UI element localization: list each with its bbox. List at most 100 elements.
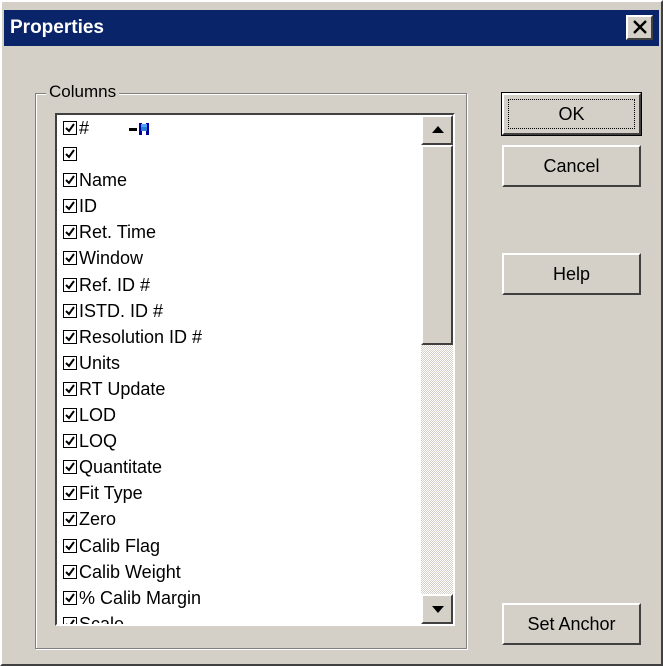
- column-checkbox[interactable]: [63, 512, 77, 527]
- ok-button[interactable]: OK: [501, 92, 642, 136]
- column-list-item[interactable]: Name: [61, 167, 421, 193]
- column-checkbox[interactable]: [63, 277, 77, 292]
- checkmark-icon: [65, 123, 75, 133]
- checkmark-icon: [65, 201, 75, 211]
- checkmark-icon: [65, 593, 75, 603]
- column-checkbox[interactable]: [63, 486, 77, 501]
- set-anchor-button-label: Set Anchor: [527, 614, 616, 634]
- column-list-item[interactable]: LOD: [61, 402, 421, 428]
- column-list-item[interactable]: LOQ: [61, 428, 421, 454]
- column-label: ISTD. ID #: [79, 300, 164, 321]
- column-checkbox[interactable]: [63, 199, 77, 214]
- cancel-button-label: Cancel: [543, 156, 600, 176]
- column-checkbox[interactable]: [63, 590, 77, 605]
- column-checkbox[interactable]: [63, 147, 77, 162]
- columns-list: # Name ID Ret. Time Window Ref. ID # ISTD. ID …: [61, 115, 421, 624]
- checkmark-icon: [65, 332, 75, 342]
- column-checkbox[interactable]: [63, 121, 77, 135]
- ok-button-label: OK: [558, 104, 585, 124]
- column-label: RT Update: [79, 378, 166, 399]
- checkmark-icon: [65, 227, 75, 237]
- set-anchor-button[interactable]: Set Anchor: [502, 603, 641, 645]
- checkmark-icon: [65, 462, 75, 472]
- help-button[interactable]: Help: [502, 253, 641, 295]
- column-label: Ref. ID #: [79, 274, 151, 295]
- column-list-item[interactable]: Units: [61, 350, 421, 376]
- help-button-label: Help: [552, 264, 591, 284]
- column-checkbox[interactable]: [63, 329, 77, 344]
- column-label: Calib Flag: [79, 535, 161, 556]
- columns-listbox[interactable]: # Name ID Ret. Time Window Ref. ID # ISTD. ID …: [55, 113, 455, 626]
- checkmark-icon: [65, 540, 75, 551]
- checkmark-icon: [65, 619, 75, 624]
- column-label: Ret. Time: [79, 222, 157, 243]
- column-label: LOD: [79, 405, 117, 426]
- column-list-item[interactable]: Zero: [61, 506, 421, 532]
- column-label: Resolution ID #: [79, 326, 203, 347]
- column-label: Fit Type: [79, 483, 143, 504]
- properties-dialog: Properties Columns # Name ID Ret. Time Windo…: [0, 0, 663, 666]
- column-list-item[interactable]: Calib Weight: [61, 559, 421, 585]
- column-list-item[interactable]: RT Update: [61, 376, 421, 402]
- column-label: #: [79, 118, 90, 138]
- scroll-down-button[interactable]: [421, 594, 453, 624]
- column-list-item[interactable]: [61, 141, 421, 167]
- scrollbar-thumb[interactable]: [421, 145, 453, 345]
- column-list-item[interactable]: Fit Type: [61, 480, 421, 506]
- title-bar[interactable]: Properties: [4, 10, 659, 46]
- checkmark-icon: [65, 436, 75, 446]
- column-list-item[interactable]: Quantitate: [61, 454, 421, 480]
- checkmark-icon: [65, 253, 75, 264]
- column-checkbox[interactable]: [63, 303, 77, 318]
- column-checkbox[interactable]: [63, 616, 77, 624]
- column-list-item[interactable]: Window: [61, 245, 421, 271]
- window-title: Properties: [10, 17, 104, 38]
- column-label: ID: [79, 196, 97, 217]
- column-checkbox[interactable]: [63, 434, 77, 449]
- column-label: Window: [79, 248, 144, 269]
- column-list-item[interactable]: Scale: [61, 611, 421, 624]
- column-label: Units: [79, 352, 121, 373]
- column-label: Quantitate: [79, 457, 163, 478]
- column-label: Zero: [79, 509, 117, 530]
- column-checkbox[interactable]: [63, 538, 77, 553]
- vertical-scrollbar[interactable]: [421, 115, 453, 624]
- checkmark-icon: [65, 149, 75, 159]
- checkmark-icon: [65, 514, 75, 524]
- column-list-item[interactable]: Resolution ID #: [61, 324, 421, 350]
- checkmark-icon: [65, 384, 75, 394]
- column-list-item[interactable]: ISTD. ID #: [61, 298, 421, 324]
- column-checkbox[interactable]: [63, 173, 77, 188]
- checkmark-icon: [65, 175, 75, 185]
- column-list-item[interactable]: ID: [61, 193, 421, 219]
- column-checkbox[interactable]: [63, 564, 77, 579]
- checkmark-icon: [65, 410, 75, 420]
- cancel-button[interactable]: Cancel: [502, 145, 641, 187]
- column-label: LOQ: [79, 431, 118, 452]
- checkmark-icon: [65, 279, 75, 290]
- column-list-item[interactable]: #: [61, 115, 421, 141]
- arrow-up-icon: [432, 126, 444, 133]
- arrow-down-icon: [432, 606, 444, 613]
- column-checkbox[interactable]: [63, 251, 77, 266]
- anchor-marker-icon: [129, 119, 151, 137]
- column-list-item[interactable]: % Calib Margin: [61, 585, 421, 611]
- checkmark-icon: [65, 306, 75, 316]
- checkmark-icon: [65, 358, 75, 368]
- column-checkbox[interactable]: [63, 355, 77, 370]
- close-button[interactable]: [626, 15, 653, 40]
- column-label: Calib Weight: [79, 561, 181, 582]
- column-list-item[interactable]: Ret. Time: [61, 219, 421, 245]
- column-label: Name: [79, 170, 128, 191]
- scroll-up-button[interactable]: [421, 115, 453, 145]
- column-checkbox[interactable]: [63, 225, 77, 240]
- column-list-item[interactable]: Calib Flag: [61, 533, 421, 559]
- checkmark-icon: [65, 488, 75, 498]
- close-x-icon: [633, 20, 647, 34]
- column-checkbox[interactable]: [63, 408, 77, 423]
- column-list-item[interactable]: Ref. ID #: [61, 272, 421, 298]
- column-label: % Calib Margin: [79, 587, 202, 608]
- columns-group-label: Columns: [46, 82, 120, 102]
- column-checkbox[interactable]: [63, 460, 77, 475]
- column-checkbox[interactable]: [63, 381, 77, 396]
